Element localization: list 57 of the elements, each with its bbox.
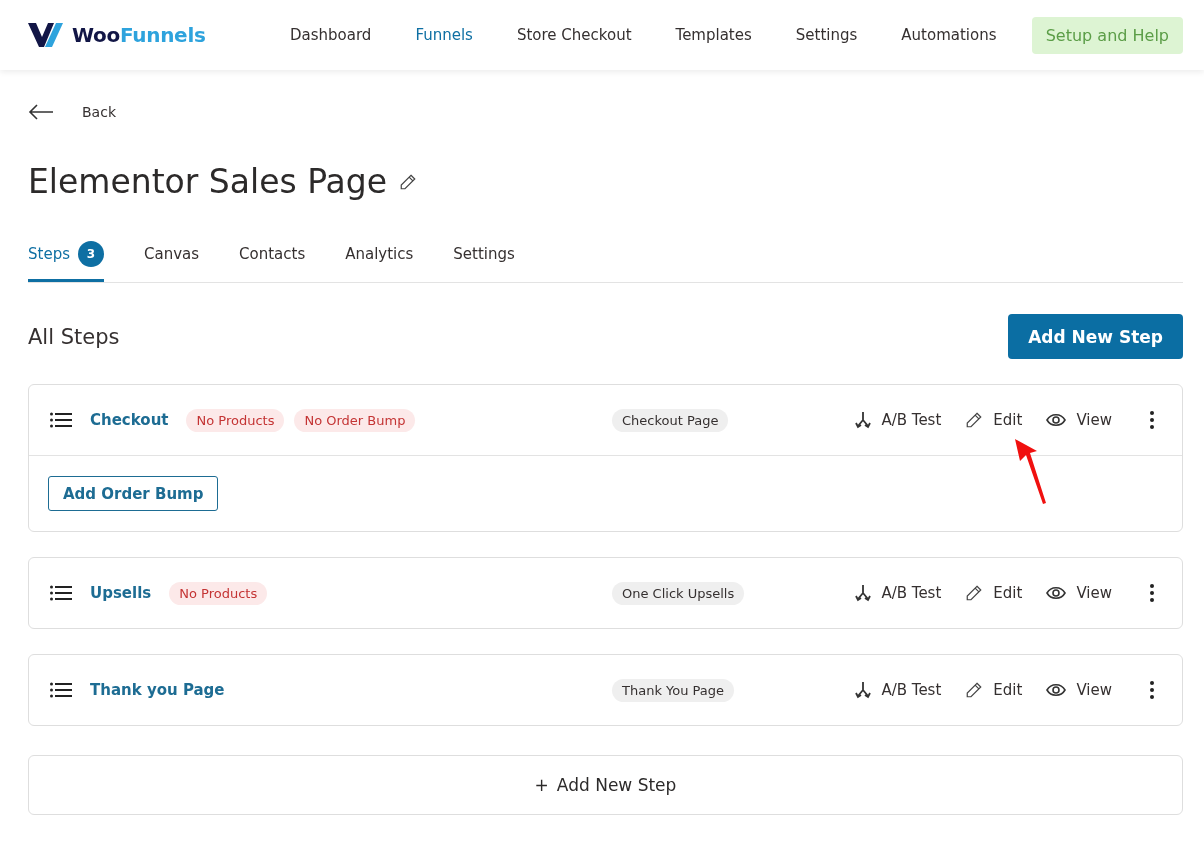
step-action-button[interactable]: Edit xyxy=(965,584,1023,602)
list-icon[interactable] xyxy=(50,585,72,601)
nav-link[interactable]: Settings xyxy=(773,26,880,44)
list-icon[interactable] xyxy=(50,412,72,428)
step-action-button[interactable]: A/B Test xyxy=(855,681,942,699)
page-title: Elementor Sales Page xyxy=(28,162,388,201)
warning-tag: No Order Bump xyxy=(294,408,416,432)
step-type-tag: One Click Upsells xyxy=(612,581,745,605)
eye-icon xyxy=(1046,413,1067,427)
nav-link[interactable]: Store Checkout xyxy=(494,26,654,44)
count-badge: 3 xyxy=(77,241,104,267)
warning-tag: No Products xyxy=(186,408,285,432)
step-action-button[interactable]: View xyxy=(1046,584,1112,602)
pencil-icon xyxy=(965,681,984,699)
eye-icon xyxy=(1046,586,1067,600)
step-action-button[interactable]: A/B Test xyxy=(855,584,942,602)
list-icon[interactable] xyxy=(50,682,72,698)
warning-tag: No Products xyxy=(169,581,268,605)
add-new-step-button[interactable]: Add New Step xyxy=(1008,314,1183,359)
nav-link[interactable]: Funnels xyxy=(393,26,495,44)
nav-link[interactable]: Automations xyxy=(879,26,1019,44)
logo-mark-icon xyxy=(28,22,66,48)
add-order-bump-button[interactable]: Add Order Bump xyxy=(48,476,219,511)
nav-link[interactable]: Dashboard xyxy=(268,26,394,44)
eye-icon xyxy=(1046,683,1067,697)
tab[interactable]: Settings xyxy=(453,241,515,282)
step-action-button[interactable]: A/B Test xyxy=(855,411,942,429)
nav-link[interactable]: Templates xyxy=(653,26,774,44)
split-icon xyxy=(855,584,872,602)
step-name-link[interactable]: Thank you Page xyxy=(90,681,225,699)
section-title: All Steps xyxy=(28,324,120,349)
tab[interactable]: Steps 3 xyxy=(28,241,104,282)
split-icon xyxy=(855,681,872,699)
logo-text: WooFunnels xyxy=(72,23,206,47)
tab[interactable]: Canvas xyxy=(143,241,200,282)
back-arrow-icon[interactable] xyxy=(28,104,54,120)
step-action-button[interactable]: View xyxy=(1046,681,1112,699)
edit-pencil-icon[interactable] xyxy=(399,172,418,191)
tab-label: Steps xyxy=(28,245,70,263)
tab-label: Canvas xyxy=(143,245,200,263)
tab-label: Contacts xyxy=(239,245,306,263)
step-action-button[interactable]: View xyxy=(1046,411,1112,429)
step-name-link[interactable]: Upsells xyxy=(90,584,152,602)
tab-label: Analytics xyxy=(345,245,414,263)
back-link[interactable]: Back xyxy=(82,104,116,120)
step-name-link[interactable]: Checkout xyxy=(90,411,169,429)
tab[interactable]: Analytics xyxy=(345,241,414,282)
split-icon xyxy=(855,411,872,429)
pencil-icon xyxy=(965,584,984,602)
step-action-button[interactable]: Edit xyxy=(965,681,1023,699)
step-action-button[interactable]: Edit xyxy=(965,411,1023,429)
add-new-step-bar[interactable]: + Add New Step xyxy=(28,755,1183,815)
tab[interactable]: Contacts xyxy=(239,241,306,282)
step-type-tag: Thank You Page xyxy=(612,678,735,702)
tab-label: Settings xyxy=(453,245,515,263)
pencil-icon xyxy=(965,411,984,429)
step-type-tag: Checkout Page xyxy=(612,408,729,432)
